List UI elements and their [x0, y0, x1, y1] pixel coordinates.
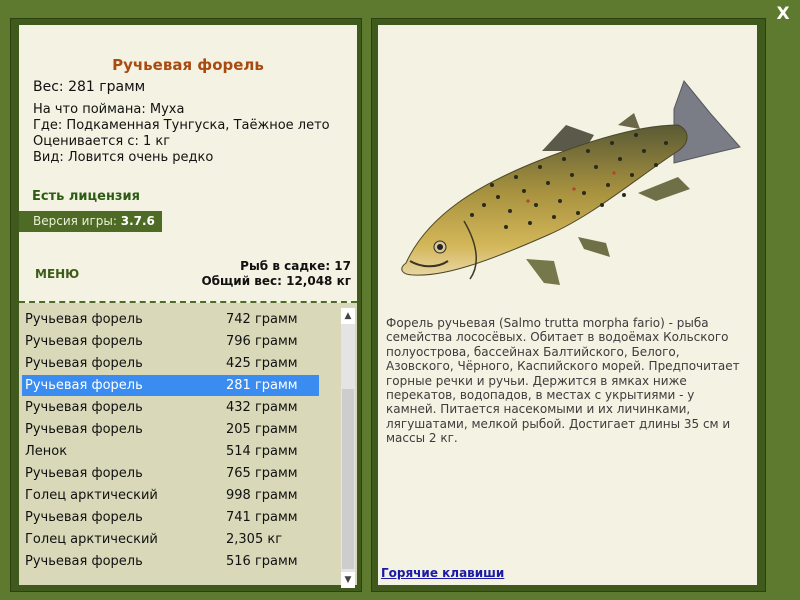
license-status: Есть лицензия	[32, 189, 140, 204]
catch-item-name: Голец арктический	[25, 532, 158, 547]
catch-list-item[interactable]: Ручьевая форель 281 грамм	[22, 375, 319, 396]
catch-item-weight: 514 грамм	[226, 444, 298, 459]
valued-from-text: Оценивается с: 1 кг	[33, 134, 171, 149]
total-weight: Общий вес: 12,048 кг	[201, 274, 351, 288]
fish-info-content: Ручьевая форель Вес: 281 грамм На что по…	[19, 25, 357, 588]
version-label: Версия игры:	[33, 214, 121, 228]
catch-item-name: Ручьевая форель	[25, 356, 143, 371]
fish-count: Рыб в садке: 17	[240, 259, 351, 273]
fish-image-content: Форель ручьевая (Salmo trutta morpha far…	[378, 25, 757, 585]
catch-item-weight: 516 грамм	[226, 554, 298, 569]
catch-item-weight: 205 грамм	[226, 422, 298, 437]
version-value: 3.7.6	[120, 214, 155, 228]
fish-title: Ручьевая форель	[112, 56, 264, 74]
catch-item-weight: 796 грамм	[226, 334, 298, 349]
catch-list-item[interactable]: Ручьевая форель 432 грамм	[22, 397, 319, 418]
catch-item-name: Ручьевая форель	[25, 400, 143, 415]
catch-item-weight: 281 грамм	[226, 378, 298, 393]
catch-item-weight: 2,305 кг	[226, 532, 283, 547]
catch-item-name: Голец арктический	[25, 488, 158, 503]
catch-item-weight: 741 грамм	[226, 510, 298, 525]
catch-list-item[interactable]: Ручьевая форель 742 грамм	[22, 309, 319, 330]
catch-stats: Рыб в садке: 17 Общий вес: 12,048 кг	[201, 259, 351, 289]
catch-list-item[interactable]: Ручьевая форель 741 грамм	[22, 507, 319, 528]
catch-item-name: Ручьевая форель	[25, 312, 143, 327]
catch-item-name: Ручьевая форель	[25, 334, 143, 349]
location-text: Где: Подкаменная Тунгуска, Таёжное лето	[33, 118, 330, 133]
catch-list-item[interactable]: Ручьевая форель 425 грамм	[22, 353, 319, 374]
catch-item-name: Ручьевая форель	[25, 378, 143, 393]
catch-item-name: Ручьевая форель	[25, 422, 143, 437]
fish-weight: Вес: 281 грамм	[33, 79, 146, 95]
catch-item-name: Ручьевая форель	[25, 554, 143, 569]
catch-item-name: Ленок	[25, 444, 68, 459]
scroll-up-arrow-icon[interactable]: ▲	[341, 308, 355, 324]
rarity-text: Вид: Ловится очень редко	[33, 150, 214, 165]
catch-item-weight: 425 грамм	[226, 356, 298, 371]
catch-item-weight: 742 грамм	[226, 312, 298, 327]
caught-on-text: На что поймана: Муха	[33, 102, 185, 117]
catch-list-item[interactable]: Голец арктический 2,305 кг	[22, 529, 319, 550]
menu-button[interactable]: МЕНЮ	[35, 267, 79, 281]
hotkeys-link[interactable]: Горячие клавиши	[381, 566, 504, 580]
catch-list-item[interactable]: Ручьевая форель 205 грамм	[22, 419, 319, 440]
catch-item-weight: 765 грамм	[226, 466, 298, 481]
catch-item-weight: 998 грамм	[226, 488, 298, 503]
catch-list[interactable]: Ручьевая форель 742 грамм Ручьевая форель 7…	[19, 303, 357, 585]
catch-item-weight: 432 грамм	[226, 400, 298, 415]
catch-list-item[interactable]: Ручьевая форель 765 грамм	[22, 463, 319, 484]
catch-list-item[interactable]: Ленок 514 грамм	[22, 441, 319, 462]
list-scrollbar[interactable]: ▲ ▼	[341, 308, 355, 588]
catch-item-name: Ручьевая форель	[25, 466, 143, 481]
scroll-down-arrow-icon[interactable]: ▼	[341, 572, 355, 588]
catch-list-item[interactable]: Ручьевая форель 516 грамм	[22, 551, 319, 572]
catch-list-item[interactable]: Голец арктический 998 грамм	[22, 485, 319, 506]
fish-info-panel: Ручьевая форель Вес: 281 грамм На что по…	[10, 18, 362, 592]
version-badge: Версия игры: 3.7.6	[19, 211, 162, 232]
catch-item-name: Ручьевая форель	[25, 510, 143, 525]
close-button[interactable]: X	[773, 4, 793, 24]
catch-list-item[interactable]: Ручьевая форель 796 грамм	[22, 331, 319, 352]
trout-illustration-icon	[401, 79, 741, 285]
fish-image-panel: Форель ручьевая (Salmo trutta morpha far…	[371, 18, 766, 592]
fish-description: Форель ручьевая (Salmo trutta morpha far…	[386, 316, 740, 446]
scroll-thumb[interactable]	[342, 389, 354, 569]
